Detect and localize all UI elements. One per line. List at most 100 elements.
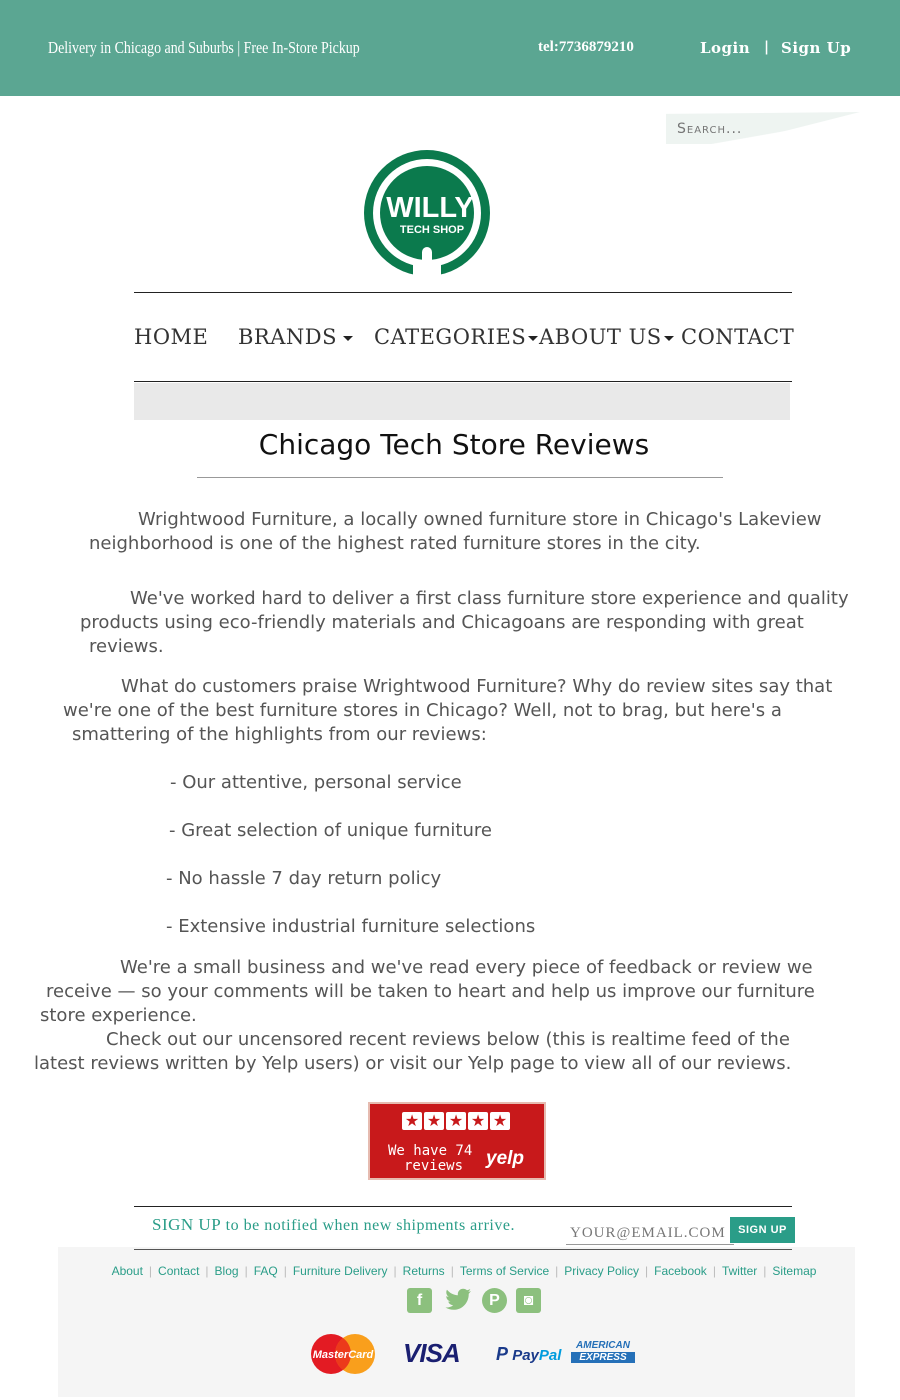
quality-paragraph-line: reviews. [89,636,164,657]
mastercard-text: MasterCard [313,1349,374,1361]
instagram-icon[interactable]: ◙ [516,1288,541,1313]
login-link[interactable]: Login [700,39,750,57]
highlight-item: - Extensive industrial furniture selecti… [166,916,536,937]
twitter-bird-shape [445,1288,471,1310]
footer-separator: | [450,1264,454,1278]
footer-link-twitter[interactable]: Twitter [722,1264,757,1278]
paypal-icon: P [496,1344,509,1364]
twitter-icon[interactable] [444,1288,471,1313]
newsletter-email-input[interactable] [566,1223,734,1245]
nav-home[interactable]: HOME [134,325,208,349]
yelp-feed-paragraph-line: latest reviews written by Yelp users) or… [34,1053,792,1074]
phone-link[interactable]: tel:7736879210 [538,39,634,56]
quality-paragraph-line: We've worked hard to deliver a first cla… [130,588,849,609]
review-count-line: reviews [404,1158,464,1174]
delivery-tagline: Delivery in Chicago and Suburbs | Free I… [48,38,360,57]
footer-link-terms[interactable]: Terms of Service [460,1264,549,1278]
nav-categories-label: CATEGORIES [374,325,527,349]
yelp-logo-icon: yelp [486,1148,525,1169]
mastercard-logo: MasterCard [310,1334,376,1374]
search-input[interactable] [675,120,849,138]
quality-paragraph-line: products using eco-friendly materials an… [80,612,804,633]
logo-text-secondary: TECH SHOP [400,224,464,236]
yelp-feed-paragraph-line: Check out our uncensored recent reviews … [106,1029,790,1050]
star-icon: ★ [490,1112,510,1130]
footer-links: About | Contact | Blog | FAQ | Furniture Deliver… [58,1264,870,1278]
newsletter-top-divider [134,1206,792,1207]
highlight-item: - Our attentive, personal service [170,772,462,793]
praise-paragraph-line: we're one of the best furniture stores i… [63,700,782,721]
signup-link[interactable]: Sign Up [781,39,851,57]
footer-link-sitemap[interactable]: Sitemap [772,1264,816,1278]
nav-home-label: HOME [134,325,209,349]
newsletter-text: to be notified when new shipments arrive… [221,1217,515,1234]
star-icon: ★ [402,1112,422,1130]
amex-text-line: EXPRESS [571,1352,635,1363]
pinterest-icon[interactable]: P [482,1288,507,1313]
paypal-logo: P PayPal [496,1344,561,1365]
nav-top-divider [134,292,792,293]
footer-link-furniture-delivery[interactable]: Furniture Delivery [293,1264,388,1278]
nav-brands[interactable]: BRANDS [238,325,354,349]
footer-separator: | [283,1264,287,1278]
star-icon: ★ [446,1112,466,1130]
nav-contact[interactable]: CONTACT [681,325,794,349]
yelp-reviews-badge[interactable]: ★ ★ ★ ★ ★ We have 74 reviews yelp [368,1102,546,1180]
nav-contact-label: CONTACT [681,325,795,349]
footer-link-privacy[interactable]: Privacy Policy [564,1264,639,1278]
intro-paragraph-line: Wrightwood Furniture, a locally owned fu… [138,509,822,530]
newsletter-signup-button[interactable]: SIGN UP [730,1217,795,1243]
page-title: Chicago Tech Store Reviews [258,428,650,461]
chevron-down-icon [343,336,354,341]
footer-separator: | [763,1264,767,1278]
star-rating: ★ ★ ★ ★ ★ [402,1112,510,1130]
footer-separator: | [393,1264,397,1278]
review-count-line: We have 74 [388,1143,473,1159]
newsletter-bottom-divider [134,1249,792,1250]
footer-link-faq[interactable]: FAQ [254,1264,278,1278]
intro-paragraph-line: neighborhood is one of the highest rated… [89,533,701,554]
feedback-paragraph-line: We're a small business and we've read ev… [120,957,813,978]
nav-categories[interactable]: CATEGORIES [374,325,539,349]
star-icon: ★ [424,1112,444,1130]
nav-about-label: ABOUT US [539,325,662,349]
footer-separator: | [555,1264,559,1278]
paypal-text-b: Pal [538,1347,562,1364]
nav-brands-label: BRANDS [238,325,338,349]
footer-separator: | [205,1264,209,1278]
site-logo[interactable]: WILLY TECH SHOP [362,150,492,280]
newsletter-prompt: SIGN UP to be notified when new shipment… [152,1215,515,1235]
nav-bottom-divider [134,381,792,382]
star-icon: ★ [468,1112,488,1130]
review-count: We have 74 reviews [388,1144,472,1174]
logo-emblem: WILLY TECH SHOP [364,150,490,280]
footer-link-returns[interactable]: Returns [403,1264,445,1278]
footer-separator: | [148,1264,153,1278]
amex-logo: AMERICAN EXPRESS [571,1340,635,1364]
footer: About | Contact | Blog | FAQ | Furniture Deliver… [58,1247,855,1397]
footer-link-facebook[interactable]: Facebook [654,1264,707,1278]
nav-about-us[interactable]: ABOUT US [539,325,674,349]
feedback-paragraph-line: receive — so your comments will be taken… [46,981,815,1002]
paypal-text-a: Pay [512,1347,539,1364]
chevron-down-icon [663,336,674,341]
top-bar: Delivery in Chicago and Suburbs | Free I… [0,0,900,96]
highlight-item: - No hassle 7 day return policy [166,868,442,889]
footer-separator: | [712,1264,716,1278]
amex-text-line: AMERICAN [576,1340,630,1351]
highlight-item: - Great selection of unique furniture [169,820,492,841]
footer-link-contact[interactable]: Contact [158,1264,199,1278]
praise-paragraph-line: What do customers praise Wrightwood Furn… [121,676,833,697]
visa-logo: VISA [403,1338,461,1368]
footer-link-about[interactable]: About [112,1264,143,1278]
facebook-icon[interactable]: f [407,1288,432,1313]
footer-separator: | [644,1264,649,1278]
chevron-down-icon [528,336,539,341]
login-signup-separator: | [764,39,770,55]
banner-placeholder [134,383,790,420]
footer-link-blog[interactable]: Blog [215,1264,239,1278]
feedback-paragraph-line: store experience. [40,1005,197,1026]
praise-paragraph-line: smattering of the highlights from our re… [72,724,487,745]
newsletter-lead: SIGN UP [152,1215,222,1234]
footer-separator: | [244,1264,248,1278]
